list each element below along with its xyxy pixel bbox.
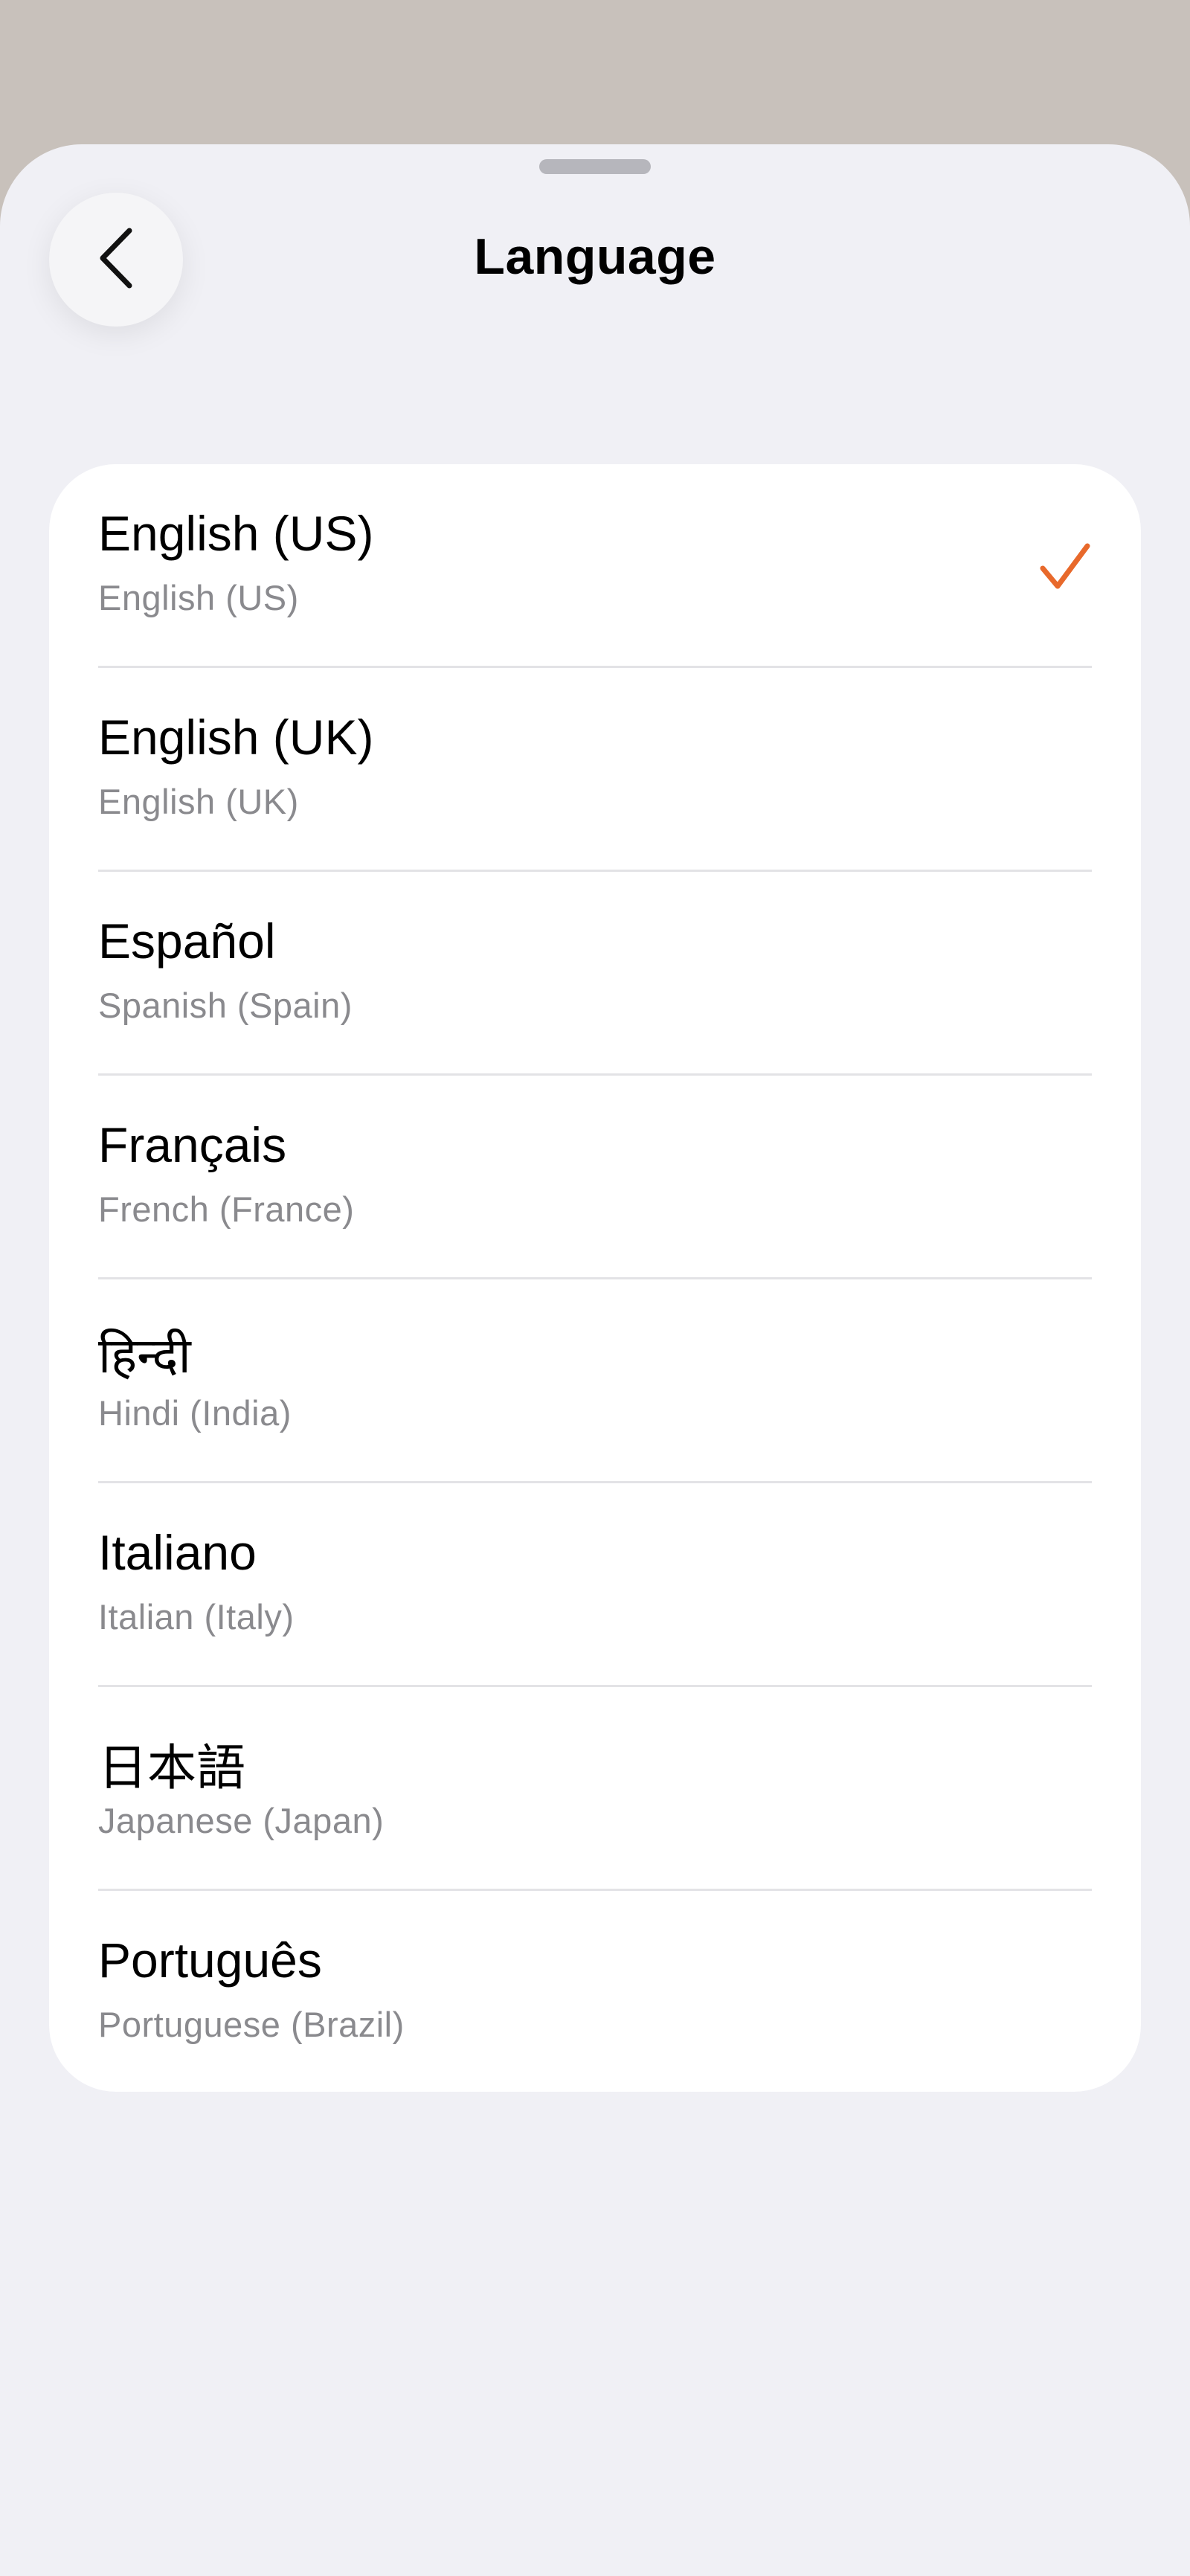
language-english-name: Portuguese (Brazil) xyxy=(98,2005,405,2044)
language-native-name: Français xyxy=(98,1117,287,1172)
language-item-hindi[interactable]: हिन्दी Hindi (India) xyxy=(49,1279,1141,1483)
language-english-name: English (UK) xyxy=(98,782,299,821)
language-item-portuguese[interactable]: Português Portuguese (Brazil) xyxy=(49,1891,1141,2092)
language-native-name: English (UK) xyxy=(98,710,374,765)
language-english-name: Japanese (Japan) xyxy=(98,1801,385,1840)
language-item-spanish[interactable]: Español Spanish (Spain) xyxy=(49,872,1141,1076)
language-item-french[interactable]: Français French (France) xyxy=(49,1076,1141,1279)
checkmark-icon xyxy=(1038,540,1092,594)
language-item-english-uk[interactable]: English (UK) English (UK) xyxy=(49,668,1141,872)
language-native-name: Español xyxy=(98,913,276,969)
language-item-italian[interactable]: Italiano Italian (Italy) xyxy=(49,1483,1141,1687)
language-native-name: Português xyxy=(98,1933,322,1988)
language-native-name: 日本語 xyxy=(98,1740,245,1795)
language-native-name: Italiano xyxy=(98,1525,257,1580)
language-item-japanese[interactable]: 日本語 Japanese (Japan) xyxy=(49,1687,1141,1891)
language-item-english-us[interactable]: English (US) English (US) xyxy=(49,464,1141,668)
language-english-name: Spanish (Spain) xyxy=(98,986,353,1025)
language-english-name: French (France) xyxy=(98,1189,355,1229)
language-native-name: English (US) xyxy=(98,506,374,561)
language-english-name: Italian (Italy) xyxy=(98,1597,295,1637)
language-sheet: Language English (US) English (US) Engli… xyxy=(0,144,1190,2576)
page-title: Language xyxy=(474,228,716,285)
language-english-name: Hindi (India) xyxy=(98,1393,292,1433)
sheet-grabber[interactable] xyxy=(539,159,651,174)
language-list: English (US) English (US) English (UK) E… xyxy=(49,464,1141,2092)
language-english-name: English (US) xyxy=(98,578,299,617)
language-native-name: हिन्दी xyxy=(98,1328,191,1383)
